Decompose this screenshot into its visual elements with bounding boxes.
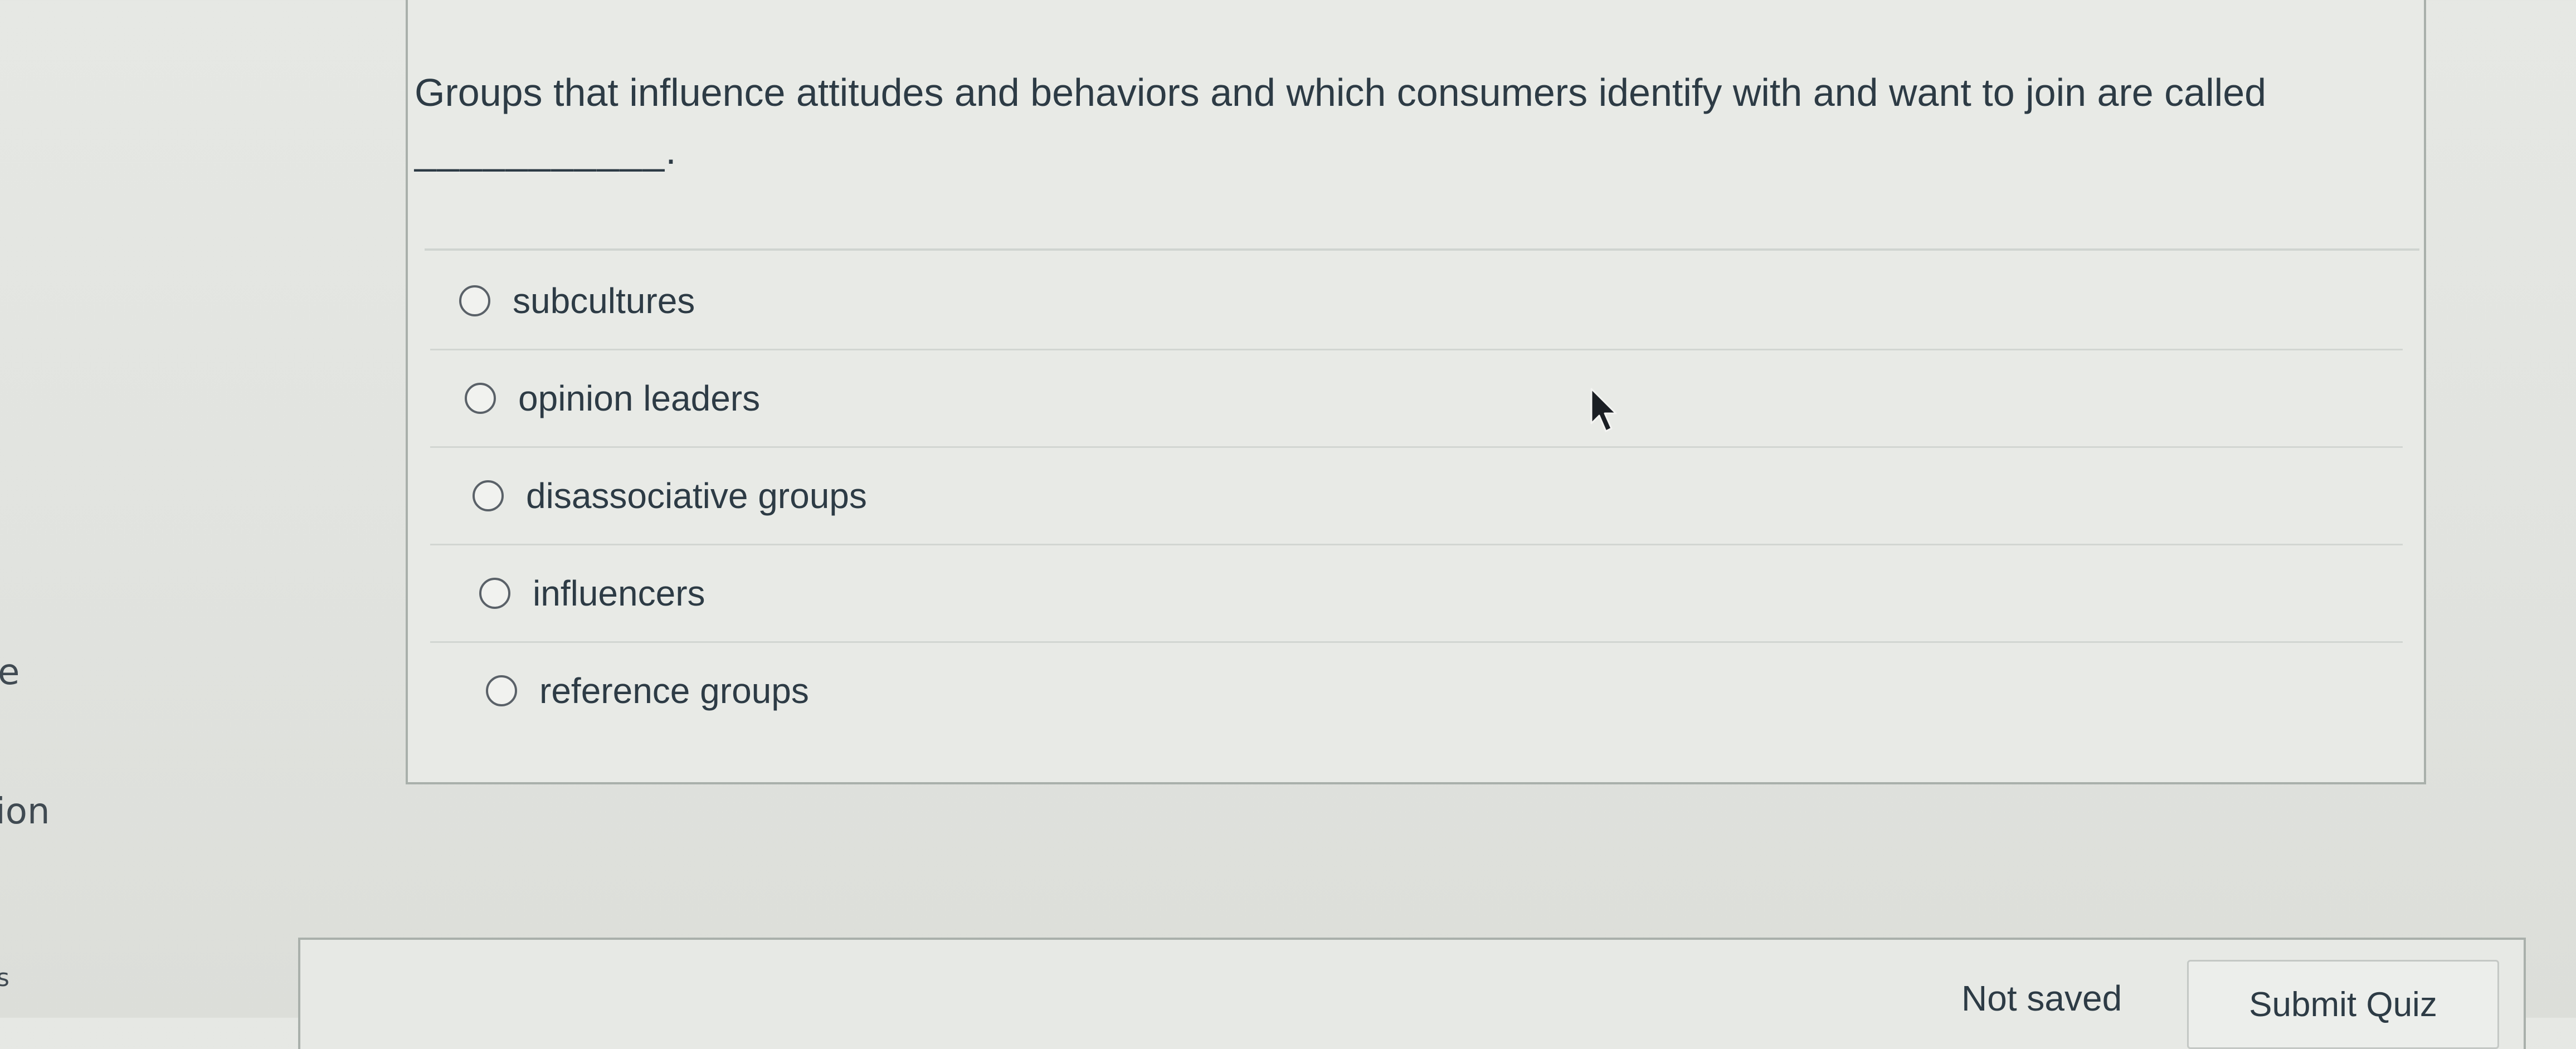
question-text-after-blank: . (665, 129, 676, 172)
radio-circle-icon[interactable] (479, 578, 510, 609)
answer-label[interactable]: opinion leaders (518, 378, 760, 419)
answer-option[interactable]: influencers (430, 545, 2403, 643)
sidebar-text-fragment: s (0, 964, 9, 992)
submit-quiz-button[interactable]: Submit Quiz (2187, 960, 2499, 1049)
sidebar-text-fragment[interactable]: ion (0, 791, 50, 832)
question-card: Groups that influence attitudes and beha… (406, 0, 2426, 784)
radio-circle-icon[interactable] (473, 480, 504, 511)
answer-label[interactable]: influencers (533, 573, 705, 614)
answer-list: subcultures opinion leaders disassociati… (430, 253, 2403, 739)
question-divider (425, 248, 2419, 251)
left-sidebar-cropped: e ion s (0, 0, 100, 1018)
mouse-pointer-icon (1590, 388, 1617, 432)
question-text: Groups that influence attitudes and beha… (415, 64, 2398, 179)
sidebar-text-fragment: e (0, 652, 20, 693)
save-status-text: Not saved (1961, 978, 2122, 1018)
answer-label[interactable]: subcultures (513, 280, 695, 321)
answer-option[interactable]: reference groups (430, 643, 2403, 739)
question-text-before-blank: Groups that influence attitudes and beha… (415, 71, 2267, 114)
answer-option[interactable]: subcultures (430, 253, 2403, 350)
question-blank: ___________ (415, 129, 666, 172)
answer-label[interactable]: reference groups (539, 670, 809, 711)
radio-circle-icon[interactable] (486, 675, 517, 706)
radio-circle-icon[interactable] (465, 383, 496, 414)
answer-option[interactable]: opinion leaders (430, 350, 2403, 448)
radio-circle-icon[interactable] (459, 285, 490, 316)
answer-option[interactable]: disassociative groups (430, 448, 2403, 545)
answer-label[interactable]: disassociative groups (526, 475, 867, 516)
